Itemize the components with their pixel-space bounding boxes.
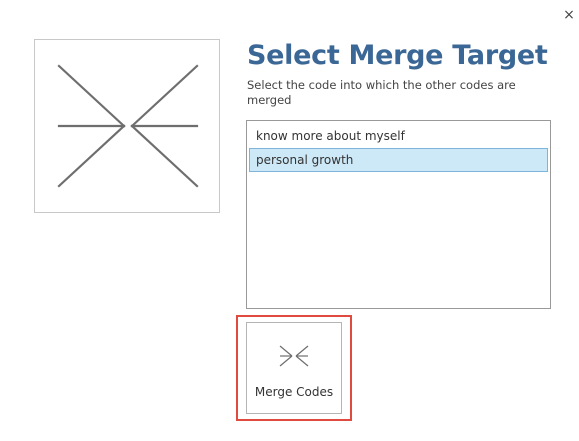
- merge-arrows-icon: [57, 64, 199, 188]
- dialog-title: Select Merge Target: [247, 40, 548, 71]
- merge-arrows-icon: [277, 339, 311, 373]
- close-button[interactable]: ×: [560, 6, 578, 24]
- merge-dialog: × Select Merge Target Select the code in…: [0, 0, 579, 441]
- code-list[interactable]: know more about myself personal growth: [246, 120, 551, 309]
- close-icon[interactable]: ×: [563, 8, 575, 22]
- merge-codes-button[interactable]: Merge Codes: [246, 322, 342, 414]
- list-item-selected[interactable]: personal growth: [249, 148, 548, 172]
- merge-codes-label: Merge Codes: [254, 385, 334, 399]
- list-item[interactable]: know more about myself: [249, 124, 548, 148]
- merge-illustration: [34, 39, 220, 213]
- dialog-subtitle: Select the code into which the other cod…: [247, 78, 516, 107]
